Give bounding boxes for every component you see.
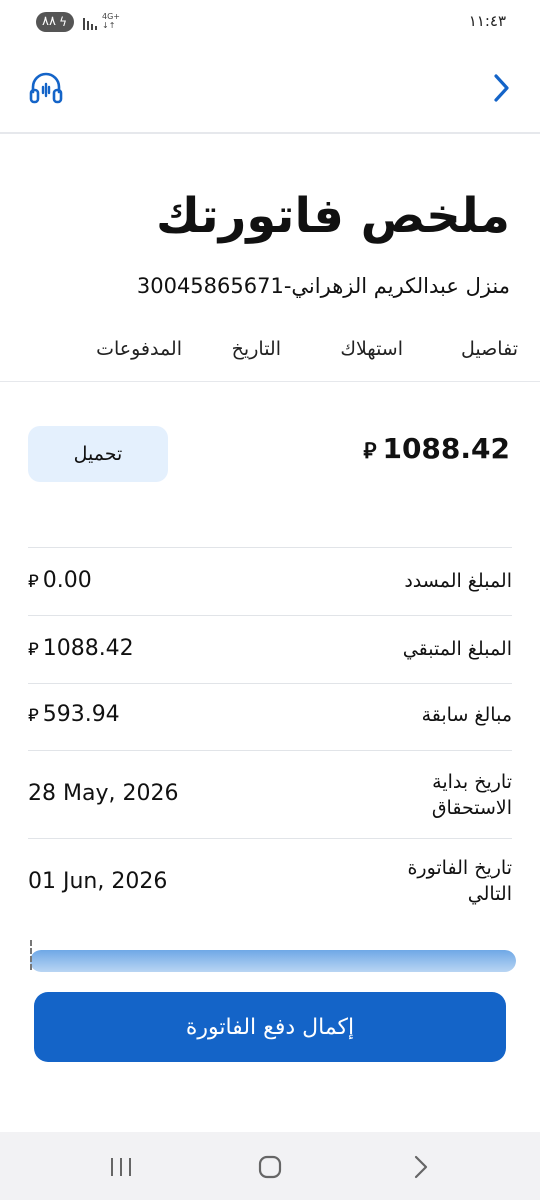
chevron-right-icon[interactable] [488,70,514,106]
row-label: المبلغ المسدد [404,570,512,592]
download-button[interactable]: تحميل [28,426,168,482]
total-value: 1088.42 [382,432,510,465]
row-value: ⃁ 0.00 [28,568,92,593]
network-type: 4G+ ↓↑ [102,12,120,30]
tab-details[interactable]: تفاصيل [461,338,518,360]
headset-icon[interactable] [28,70,64,106]
tab-history[interactable]: التاريخ [232,338,281,360]
battery-level: ٨٨ [42,14,56,29]
battery-indicator: ٨٨ ϟ [36,12,74,32]
amount: 593.94 [42,702,120,727]
row-label: تاريخ بداية الاستحقاق [431,771,512,819]
currency-symbol: ⃁ [28,639,39,660]
app-bar [0,46,540,134]
row-label: تاريخ الفاتورة التالي [407,857,512,905]
row-value: 01 Jun, 2026 [28,869,168,894]
currency-symbol: ⃁ [28,705,39,726]
row-label: مبالغ سابقة [421,704,512,726]
row-value: ⃁ 593.94 [28,702,120,727]
row-label: المبلغ المتبقي [402,638,512,660]
progress-marker [30,940,32,970]
progress-fill [30,950,516,972]
page-title: ملخص فاتورتك [155,188,510,244]
currency-symbol: ⃁ [28,571,39,592]
recent-apps-icon[interactable] [106,1152,136,1182]
complete-payment-button[interactable]: إكمال دفع الفاتورة [34,992,506,1062]
amount: 1088.42 [42,636,134,661]
network-label: 4G+ [102,12,120,21]
tab-consumption[interactable]: استهلاك [340,338,403,360]
row-paid-amount: المبلغ المسدد ⃁ 0.00 [28,547,512,615]
payment-progress [30,940,516,974]
row-previous-amounts: مبالغ سابقة ⃁ 593.94 [28,683,512,750]
back-nav-icon[interactable] [406,1152,436,1182]
row-due-start-date: تاريخ بداية الاستحقاق 28 May, 2026 [28,750,512,838]
row-next-bill-date: تاريخ الفاتورة التالي 01 Jun, 2026 [28,838,512,926]
account-name: منزل عبدالكريم الزهراني-30045865671 [136,274,510,298]
currency-symbol: ⃁ [363,439,377,464]
row-value: 28 May, 2026 [28,781,179,806]
tab-payments[interactable]: المدفوعات [96,338,182,360]
tab-bar: تفاصيل استهلاك التاريخ المدفوعات [0,324,540,382]
bill-details: المبلغ المسدد ⃁ 0.00 المبلغ المتبقي ⃁ 1088… [28,547,512,926]
charging-icon: ϟ [59,15,67,29]
system-nav-bar [0,1132,540,1200]
amount: 0.00 [42,568,92,593]
progress-track [30,950,516,972]
home-icon[interactable] [255,1152,285,1182]
clock: ١١:٤٣ [468,12,506,30]
data-activity-icon: ↓↑ [102,21,116,30]
row-remaining-amount: المبلغ المتبقي ⃁ 1088.42 [28,615,512,683]
total-amount: ⃁ 1088.42 [363,432,510,465]
status-bar: ٨٨ ϟ 4G+ ↓↑ ١١:٤٣ [0,0,540,46]
signal-icon [83,18,97,30]
row-value: ⃁ 1088.42 [28,636,134,661]
